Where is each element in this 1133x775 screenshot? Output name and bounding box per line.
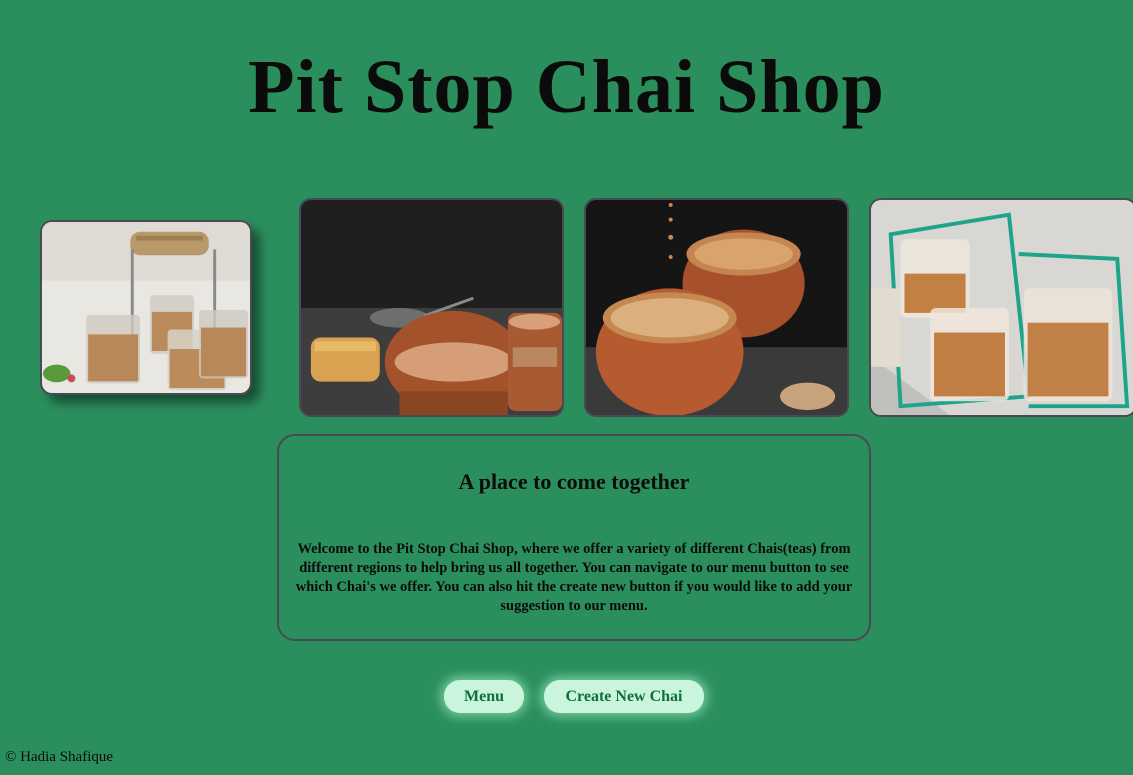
welcome-text: Welcome to the Pit Stop Chai Shop, where… bbox=[295, 541, 853, 614]
welcome-box: A place to come together Welcome to the … bbox=[277, 434, 871, 641]
create-new-chai-button[interactable]: Create New Chai bbox=[544, 680, 704, 713]
page-title: Pit Stop Chai Shop bbox=[248, 45, 885, 129]
chai-carrier-glasses-photo bbox=[40, 220, 252, 395]
chai-clay-cups-rusk-photo bbox=[299, 198, 564, 417]
welcome-heading: A place to come together bbox=[458, 469, 690, 494]
chai-pouring-clay-cups-photo bbox=[584, 198, 849, 417]
menu-button[interactable]: Menu bbox=[444, 680, 524, 713]
chai-glasses-green-stand-photo bbox=[869, 198, 1133, 417]
page: Pit Stop Chai Shop A place to come toget… bbox=[0, 0, 1133, 775]
copyright-footer: © Hadia Shafique bbox=[5, 749, 114, 765]
